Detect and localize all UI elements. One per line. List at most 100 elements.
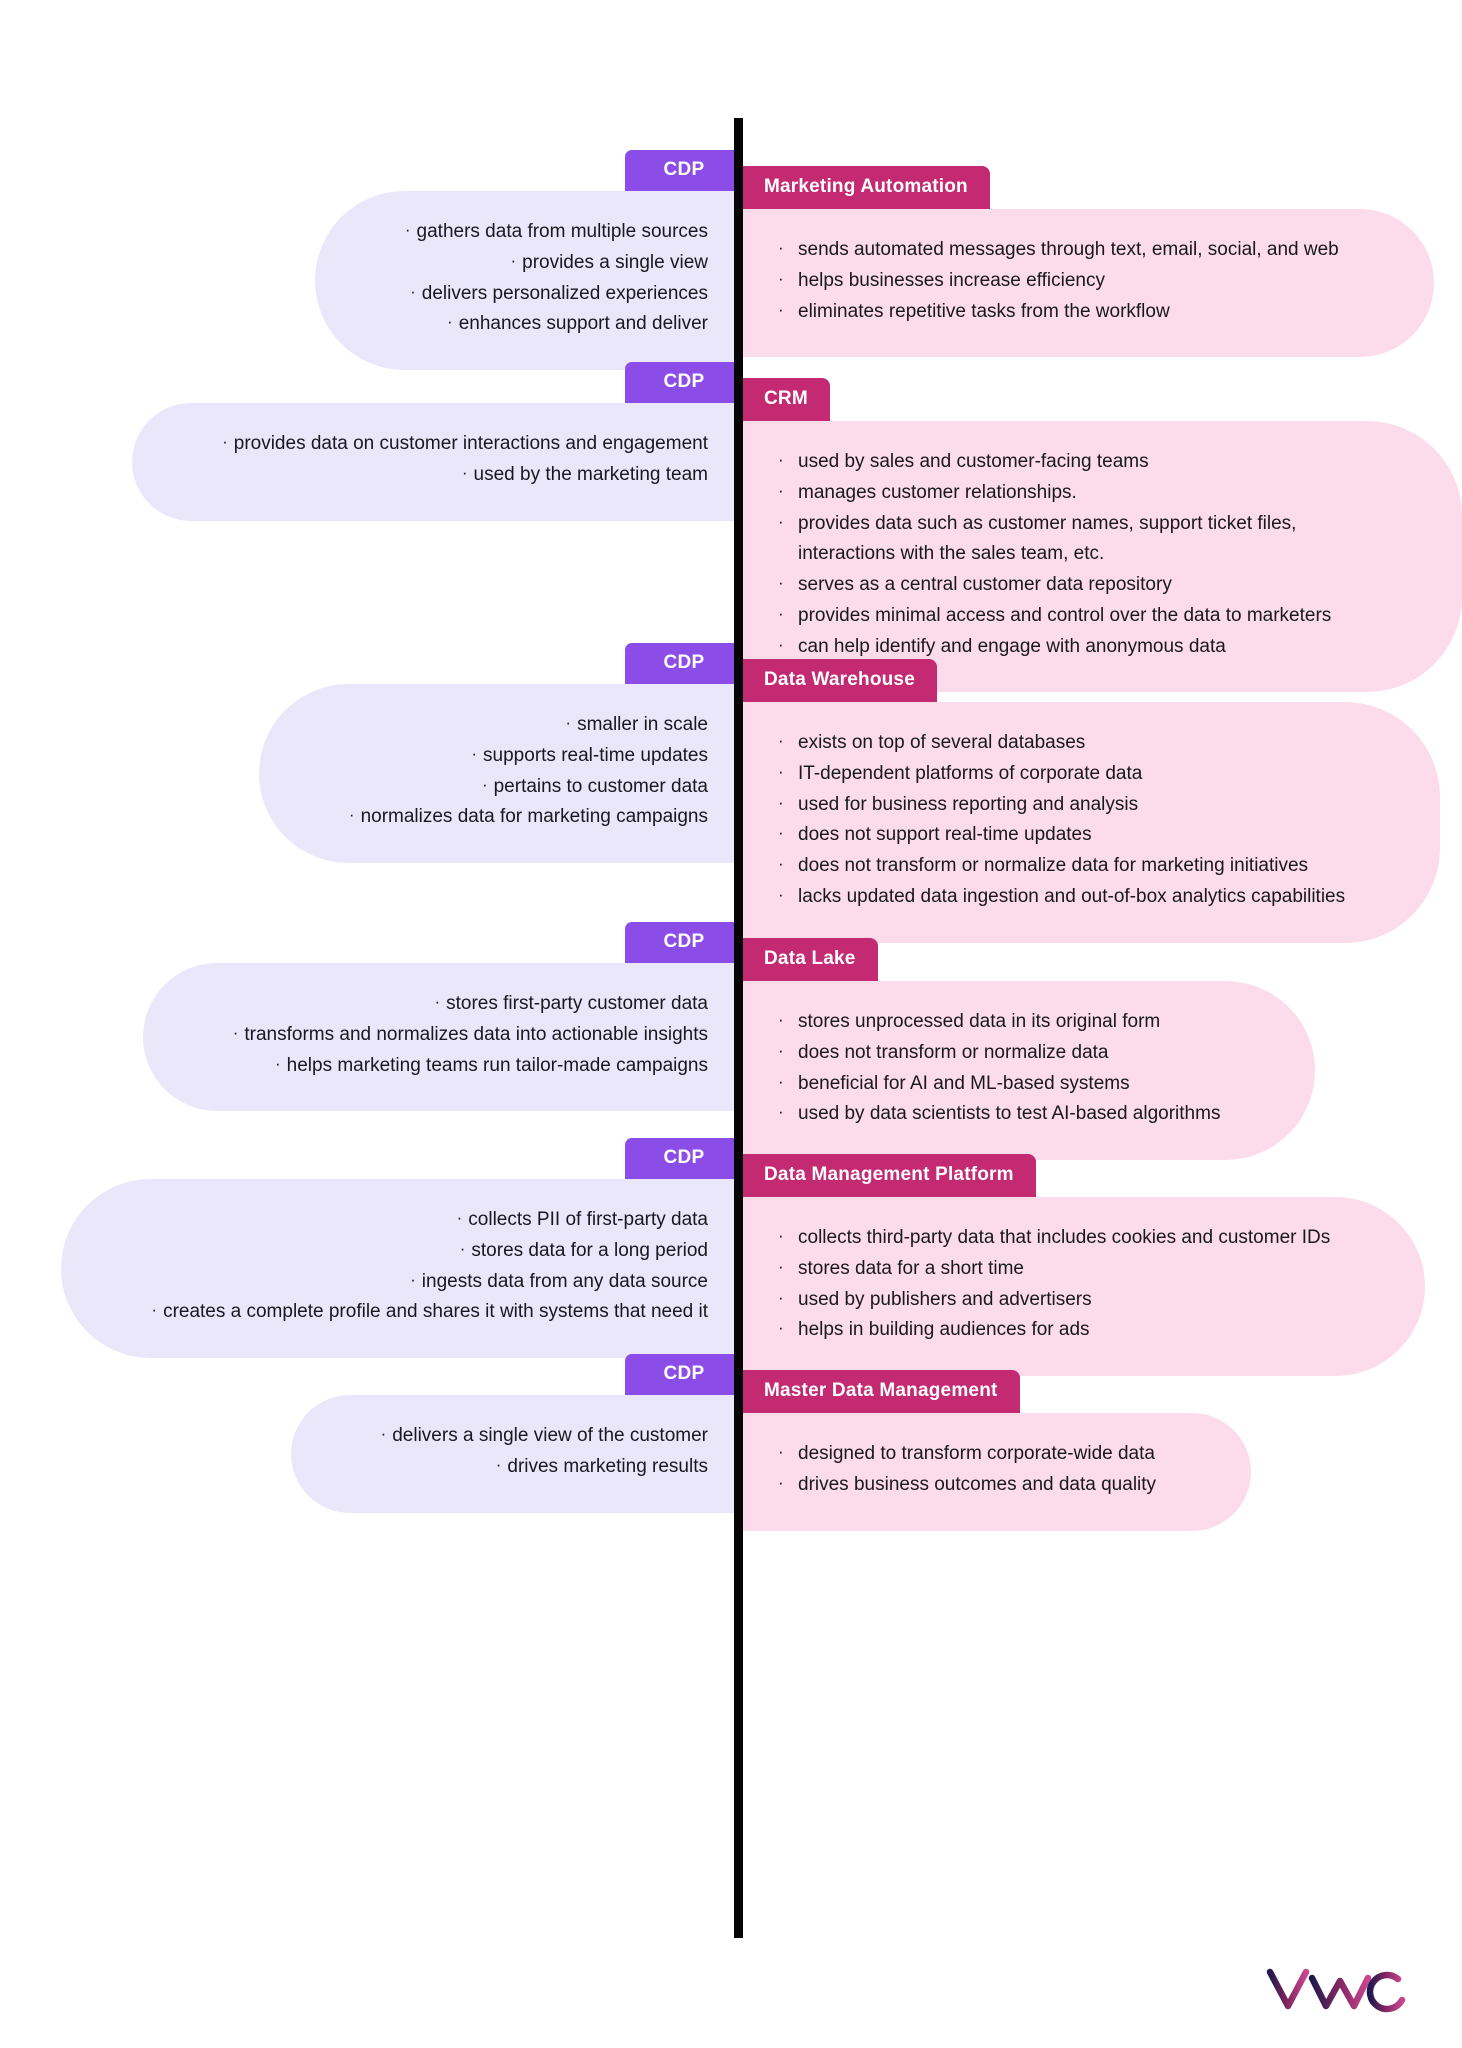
cdp-bullet-item: · collects PII of first-party data xyxy=(151,1205,708,1236)
bullet-icon: · xyxy=(778,1040,784,1060)
cdp-bullet-item: · enhances support and deliver xyxy=(405,309,708,340)
cdp-bullet-item: · drives marketing results xyxy=(381,1452,708,1483)
compare-bullet-item: · IT-dependent platforms of corporate dat… xyxy=(776,759,1336,790)
cdp-bullet-text: helps marketing teams run tailor-made ca… xyxy=(286,1054,708,1076)
compare-bullet-text: does not support real-time updates xyxy=(798,824,1092,846)
bullet-icon: · xyxy=(459,1238,466,1258)
bullet-icon: · xyxy=(778,1256,784,1276)
cdp-bullet-item: · transforms and normalizes data into act… xyxy=(233,1020,708,1051)
cdp-tag-master-data-management: CDP xyxy=(625,1354,743,1395)
bullet-icon: · xyxy=(471,743,478,763)
compare-bullet-text: provides minimal access and control over… xyxy=(798,604,1332,626)
bullet-icon: · xyxy=(778,511,784,531)
cdp-bullet-list-crm: · provides data on customer interactions … xyxy=(222,429,708,491)
cdp-bullet-list-master-data-management: · delivers a single view of the customer ·… xyxy=(381,1421,708,1483)
compare-panel-data-management-platform: · collects third-party data that includes… xyxy=(742,1197,1426,1377)
compare-bullet-text: designed to transform corporate-wide dat… xyxy=(798,1443,1155,1464)
cdp-bullet-text: drives marketing results xyxy=(507,1455,708,1477)
compare-bullet-text: used for business reporting and analysis xyxy=(798,793,1139,815)
cdp-block-data-lake: CDP · stores first-party customer data · tra… xyxy=(142,922,743,1112)
compare-block-data-warehouse: Data Warehouse · exists on top of several … xyxy=(742,659,1441,943)
cdp-bullet-list-data-management-platform: · collects PII of first-party data · stores… xyxy=(151,1205,708,1328)
cdp-bullet-text: stores first-party customer data xyxy=(446,993,708,1014)
compare-tag-marketing-automation: Marketing Automation xyxy=(742,166,990,209)
compare-panel-crm: · used by sales and customer-facing teams… xyxy=(742,421,1462,693)
compare-tag-data-warehouse: Data Warehouse xyxy=(742,659,937,702)
compare-bullet-text: manages customer relationships. xyxy=(798,481,1077,503)
bullet-icon: · xyxy=(778,1102,784,1122)
bullet-icon: · xyxy=(778,823,784,843)
compare-bullet-item: · provides minimal access and control ove… xyxy=(776,601,1367,632)
bullet-icon: · xyxy=(778,573,784,593)
bullet-icon: · xyxy=(410,281,416,301)
bullet-icon: · xyxy=(434,992,441,1011)
compare-bullet-list-master-data-management: · designed to transform corporate-wide da… xyxy=(776,1439,1156,1501)
cdp-bullet-text: supports real-time updates xyxy=(483,744,708,766)
compare-bullet-text: stores data for a short time xyxy=(798,1257,1024,1279)
cdp-bullet-text: enhances support and deliver xyxy=(458,313,708,335)
cdp-bullet-item: · normalizes data for marketing campaigns xyxy=(349,802,708,833)
compare-tag-master-data-management: Master Data Management xyxy=(742,1370,1020,1413)
bullet-icon: · xyxy=(456,1208,463,1227)
compare-tag-data-lake: Data Lake xyxy=(742,938,878,981)
compare-bullet-item: · does not transform or normalize data fo… xyxy=(776,851,1345,882)
bullet-icon: · xyxy=(778,238,784,257)
cdp-bullet-text: transforms and normalizes data into acti… xyxy=(244,1023,708,1045)
cdp-bullet-text: delivers a single view of the customer xyxy=(392,1425,708,1446)
cdp-tag-data-warehouse: CDP xyxy=(625,643,743,684)
compare-bullet-item: · helps in building audiences for ads xyxy=(776,1315,1330,1346)
compare-bullet-list-marketing-automation: · sends automated messages through text, … xyxy=(776,235,1339,327)
compare-bullet-item: · stores data for a short time xyxy=(776,1254,1330,1285)
bullet-icon: · xyxy=(778,1010,784,1029)
cdp-bullet-text: collects PII of first-party data xyxy=(468,1209,708,1230)
bullet-icon: · xyxy=(778,450,784,469)
compare-bullet-text: helps businesses increase efficiency xyxy=(798,269,1105,291)
compare-tag-crm: CRM xyxy=(742,378,830,421)
bullet-icon: · xyxy=(778,761,784,781)
compare-block-crm: CRM · used by sales and customer-facing te… xyxy=(742,378,1462,693)
bullet-icon: · xyxy=(778,603,784,623)
compare-bullet-text: lacks updated data ingestion and out-of-… xyxy=(798,885,1346,907)
compare-bullet-item: · does not transform or normalize data xyxy=(776,1038,1220,1069)
compare-bullet-item: · eliminates repetitive tasks from the wo… xyxy=(776,297,1336,328)
compare-bullet-item: · used by sales and customer-facing teams xyxy=(776,447,1336,478)
cdp-block-master-data-management: CDP · delivers a single view of the custom… xyxy=(290,1354,743,1513)
compare-panel-marketing-automation: · sends automated messages through text, … xyxy=(742,209,1434,358)
compare-bullet-text: drives business outcomes and data qualit… xyxy=(798,1473,1157,1495)
compare-bullet-item: · drives business outcomes and data quali… xyxy=(776,1470,1156,1501)
cdp-bullet-text: delivers personalized experiences xyxy=(421,282,708,304)
compare-panel-data-warehouse: · exists on top of several databases · IT-d… xyxy=(742,702,1441,943)
compare-bullet-text: used by sales and customer-facing teams xyxy=(798,451,1149,472)
cdp-bullet-item: · helps marketing teams run tailor-made c… xyxy=(233,1051,708,1082)
compare-panel-data-lake: · stores unprocessed data in its original… xyxy=(742,981,1316,1161)
compare-bullet-item: · collects third-party data that includes… xyxy=(776,1223,1330,1254)
cdp-panel-crm: · provides data on customer interactions … xyxy=(132,403,742,521)
cdp-bullet-text: creates a complete profile and shares it… xyxy=(163,1301,708,1323)
bullet-icon: · xyxy=(778,854,784,874)
cdp-bullet-item: · delivers a single view of the customer xyxy=(381,1421,708,1452)
cdp-tag-data-lake: CDP xyxy=(625,922,743,963)
compare-bullet-list-crm: · used by sales and customer-facing teams… xyxy=(776,447,1367,662)
compare-bullet-item: · exists on top of several databases xyxy=(776,728,1336,759)
infographic-canvas: CDP · gathers data from multiple sources · p… xyxy=(0,0,1462,2048)
compare-bullet-item: · provides data such as customer names, s… xyxy=(776,509,1367,571)
cdp-tag-marketing-automation: CDP xyxy=(625,150,743,191)
compare-bullet-item: · manages customer relationships. xyxy=(776,478,1336,509)
bullet-icon: · xyxy=(778,1226,784,1245)
cdp-tag-crm: CDP xyxy=(625,362,743,403)
cdp-panel-data-warehouse: · smaller in scale · supports real-time upd… xyxy=(258,684,742,864)
compare-bullet-text: does not transform or normalize data xyxy=(798,1041,1109,1063)
cdp-bullet-text: provides data on customer interactions a… xyxy=(233,433,708,454)
vwo-logo xyxy=(1266,1968,1406,2013)
compare-block-marketing-automation: Marketing Automation · sends automated mes… xyxy=(742,166,1434,358)
cdp-bullet-item: · provides a single view xyxy=(405,248,708,279)
compare-bullet-item: · helps businesses increase efficiency xyxy=(776,266,1336,297)
bullet-icon: · xyxy=(274,1053,281,1073)
compare-bullet-text: collects third-party data that includes … xyxy=(798,1227,1331,1248)
cdp-bullet-text: stores data for a long period xyxy=(471,1239,708,1261)
compare-bullet-list-data-management-platform: · collects third-party data that includes… xyxy=(776,1223,1330,1346)
compare-bullet-list-data-warehouse: · exists on top of several databases · IT-d… xyxy=(776,728,1345,913)
compare-bullet-item: · beneficial for AI and ML-based systems xyxy=(776,1069,1220,1100)
compare-bullet-item: · sends automated messages through text, … xyxy=(776,235,1339,266)
compare-bullet-text: used by publishers and advertisers xyxy=(798,1288,1092,1310)
